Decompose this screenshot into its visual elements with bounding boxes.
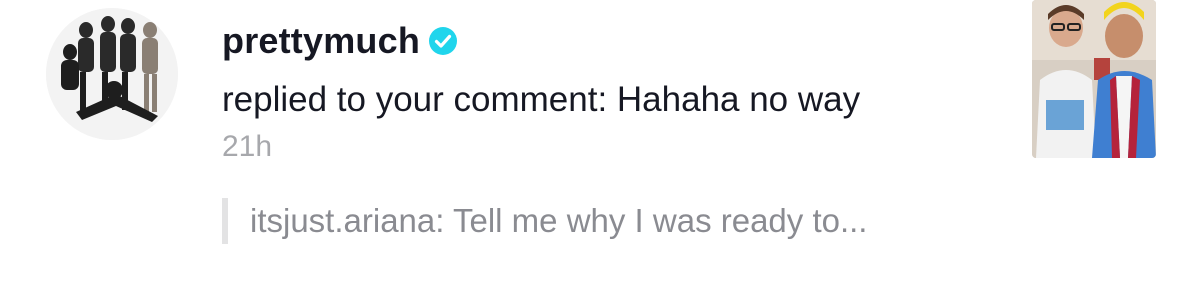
group-photo-image [46,8,178,140]
notification-action-text: replied to your comment: Hahaha no way [222,80,861,119]
notification-timestamp: 21h [222,130,273,163]
username-link[interactable]: prettymuch [222,20,420,62]
quote-bar [222,198,228,244]
quoted-comment[interactable]: itsjust.ariana: Tell me why I was ready … [222,198,867,244]
video-thumbnail-image [1032,0,1156,158]
quoted-comment-text: itsjust.ariana: Tell me why I was ready … [250,202,868,239]
video-thumbnail[interactable] [1032,0,1156,158]
username-row: prettymuch [222,18,458,64]
comment-reply-notification[interactable]: prettymuch replied to your comment: Haha… [0,0,1200,284]
profile-avatar[interactable] [46,8,178,140]
verified-badge-icon [428,26,458,56]
